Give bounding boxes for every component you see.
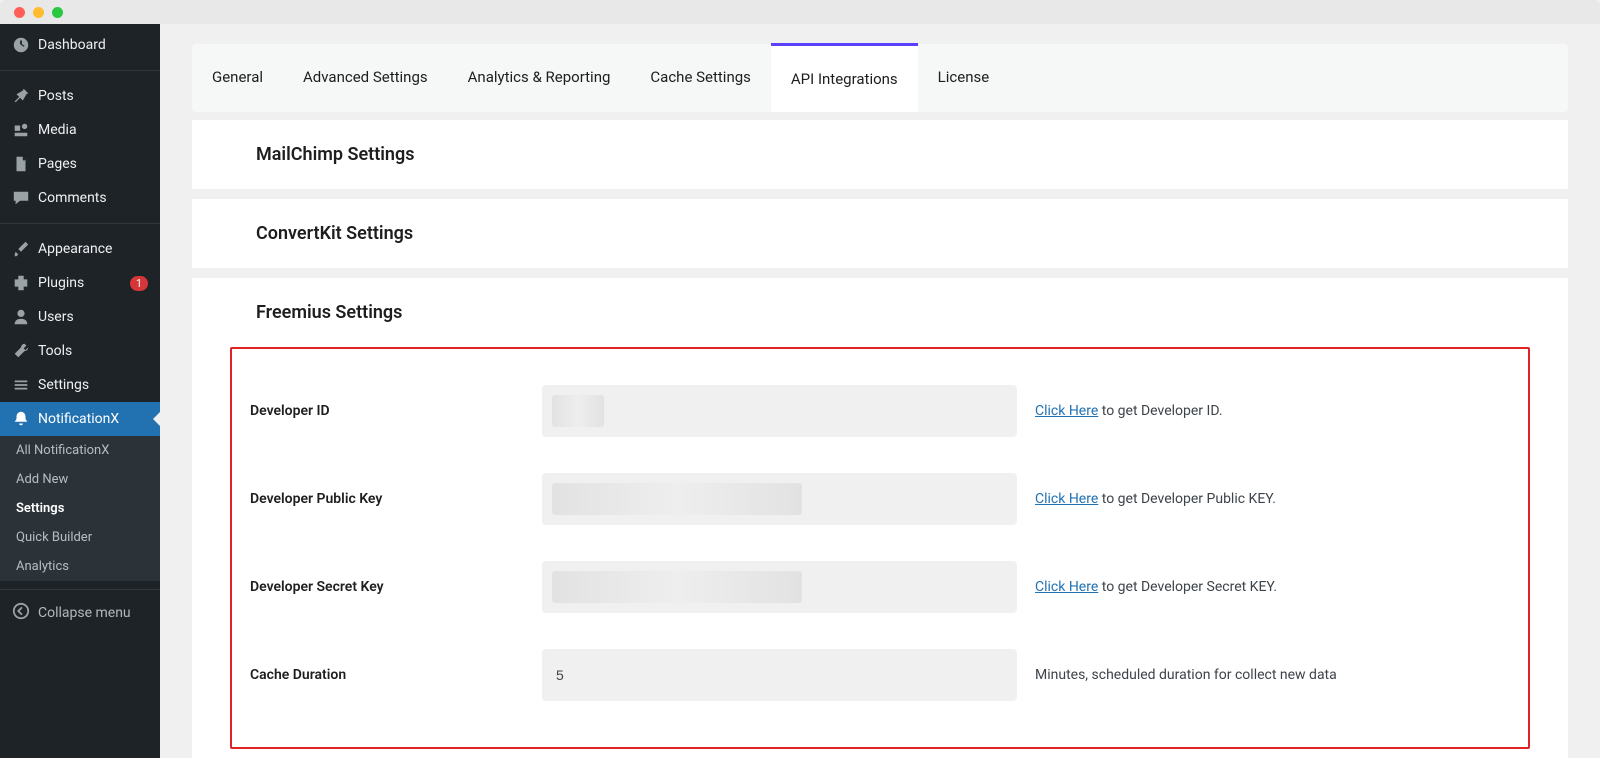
comment-icon [12, 189, 30, 207]
submenu-quick-builder[interactable]: Quick Builder [0, 523, 160, 552]
tab-analytics-reporting[interactable]: Analytics & Reporting [448, 44, 631, 112]
submenu-add-new[interactable]: Add New [0, 465, 160, 494]
sidebar-item-notificationx[interactable]: NotificationX [0, 402, 160, 436]
link-developer-public-key[interactable]: Click Here [1035, 491, 1098, 507]
link-developer-secret-key[interactable]: Click Here [1035, 579, 1098, 595]
submenu-analytics[interactable]: Analytics [0, 552, 160, 581]
wrench-icon [12, 342, 30, 360]
sidebar-item-label: Appearance [38, 241, 148, 257]
section-title-convertkit: ConvertKit Settings [216, 199, 1544, 268]
freemius-settings-highlight: Developer ID Click Here to get Developer… [230, 347, 1530, 749]
collapse-menu-label: Collapse menu [38, 605, 131, 621]
sidebar-item-posts[interactable]: Posts [0, 79, 160, 113]
sidebar-item-label: Comments [38, 190, 148, 206]
admin-sidebar: Dashboard Posts Media Pages Comments [0, 24, 160, 758]
sidebar-item-appearance[interactable]: Appearance [0, 232, 160, 266]
collapse-menu-button[interactable]: Collapse menu [0, 594, 160, 632]
sidebar-item-label: Plugins [38, 275, 122, 291]
sidebar-item-label: Media [38, 122, 148, 138]
link-developer-id[interactable]: Click Here [1035, 403, 1098, 419]
section-title-freemius: Freemius Settings [216, 278, 1544, 347]
submenu-all-notificationx[interactable]: All NotificationX [0, 436, 160, 465]
sidebar-item-plugins[interactable]: Plugins 1 [0, 266, 160, 300]
help-developer-id: Click Here to get Developer ID. [1017, 403, 1223, 419]
tab-panel-api-integrations: MailChimp Settings ConvertKit Settings F… [192, 120, 1568, 758]
media-icon [12, 121, 30, 139]
help-cache-duration: Minutes, scheduled duration for collect … [1017, 667, 1337, 683]
input-developer-public-key[interactable] [542, 473, 1017, 525]
bell-icon [12, 410, 30, 428]
input-cache-duration[interactable] [542, 649, 1017, 701]
maximize-window-icon[interactable] [52, 7, 63, 18]
settings-tabs: General Advanced Settings Analytics & Re… [192, 44, 1568, 112]
label-developer-id: Developer ID [232, 403, 542, 419]
sidebar-item-label: Dashboard [38, 37, 148, 53]
tab-general[interactable]: General [192, 44, 283, 112]
main-content: General Advanced Settings Analytics & Re… [160, 24, 1600, 758]
sidebar-item-dashboard[interactable]: Dashboard [0, 28, 160, 62]
row-developer-public-key: Developer Public Key Click Here to get D… [232, 455, 1528, 543]
window-traffic-lights [0, 0, 1600, 24]
sidebar-item-users[interactable]: Users [0, 300, 160, 334]
sidebar-item-comments[interactable]: Comments [0, 181, 160, 215]
user-icon [12, 308, 30, 326]
label-developer-public-key: Developer Public Key [232, 491, 542, 507]
tab-cache-settings[interactable]: Cache Settings [630, 44, 770, 112]
sidebar-submenu: All NotificationX Add New Settings Quick… [0, 436, 160, 581]
sidebar-item-label: Settings [38, 377, 148, 393]
section-title-mailchimp: MailChimp Settings [216, 120, 1544, 189]
sidebar-item-pages[interactable]: Pages [0, 147, 160, 181]
tab-advanced-settings[interactable]: Advanced Settings [283, 44, 448, 112]
minimize-window-icon[interactable] [33, 7, 44, 18]
pin-icon [12, 87, 30, 105]
sliders-icon [12, 376, 30, 394]
sidebar-item-settings[interactable]: Settings [0, 368, 160, 402]
sidebar-item-label: Posts [38, 88, 148, 104]
sidebar-item-label: Pages [38, 156, 148, 172]
label-cache-duration: Cache Duration [232, 667, 542, 683]
submenu-settings[interactable]: Settings [0, 494, 160, 523]
plugin-icon [12, 274, 30, 292]
label-developer-secret-key: Developer Secret Key [232, 579, 542, 595]
input-developer-id[interactable] [542, 385, 1017, 437]
tab-license[interactable]: License [918, 44, 1010, 112]
sidebar-item-media[interactable]: Media [0, 113, 160, 147]
sidebar-item-label: Users [38, 309, 148, 325]
plugin-update-badge: 1 [130, 276, 148, 291]
tab-api-integrations[interactable]: API Integrations [771, 43, 918, 112]
sidebar-item-label: Tools [38, 343, 148, 359]
section-freemius: Freemius Settings Developer ID Click Her… [216, 278, 1544, 749]
section-mailchimp[interactable]: MailChimp Settings [216, 120, 1544, 189]
row-developer-secret-key: Developer Secret Key Click Here to get D… [232, 543, 1528, 631]
input-developer-secret-key[interactable] [542, 561, 1017, 613]
dashboard-icon [12, 36, 30, 54]
row-developer-id: Developer ID Click Here to get Developer… [232, 367, 1528, 455]
sidebar-item-tools[interactable]: Tools [0, 334, 160, 368]
help-developer-secret-key: Click Here to get Developer Secret KEY. [1017, 579, 1277, 595]
close-window-icon[interactable] [14, 7, 25, 18]
chevron-left-circle-icon [12, 602, 30, 624]
section-convertkit[interactable]: ConvertKit Settings [216, 199, 1544, 268]
brush-icon [12, 240, 30, 258]
row-cache-duration: Cache Duration Minutes, scheduled durati… [232, 631, 1528, 719]
sidebar-item-label: NotificationX [38, 411, 148, 427]
page-icon [12, 155, 30, 173]
help-developer-public-key: Click Here to get Developer Public KEY. [1017, 491, 1276, 507]
